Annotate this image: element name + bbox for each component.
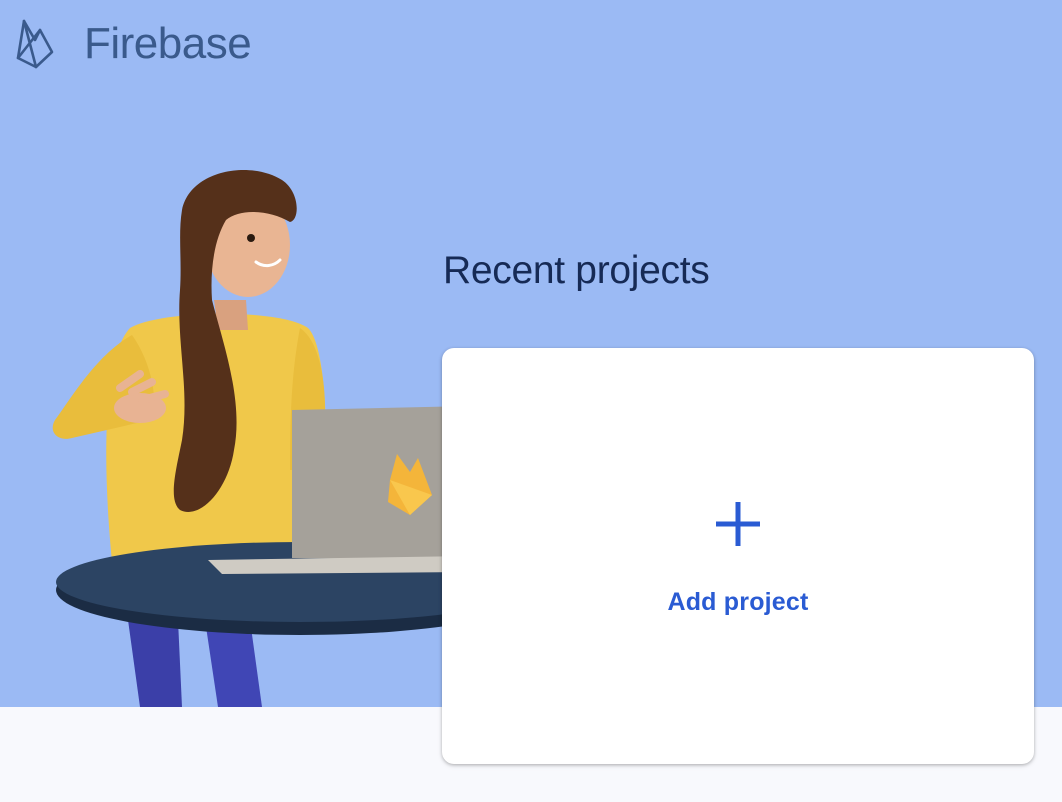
add-project-label: Add project <box>667 588 809 616</box>
firebase-logo-icon <box>16 19 54 69</box>
brand-name: Firebase <box>84 19 252 68</box>
add-project-card[interactable]: Add project <box>442 348 1034 764</box>
person-with-laptop-illustration <box>52 170 470 707</box>
brand-home-link[interactable]: Firebase <box>14 14 252 74</box>
recent-projects-heading: Recent projects <box>443 249 710 292</box>
plus-icon <box>716 502 760 546</box>
